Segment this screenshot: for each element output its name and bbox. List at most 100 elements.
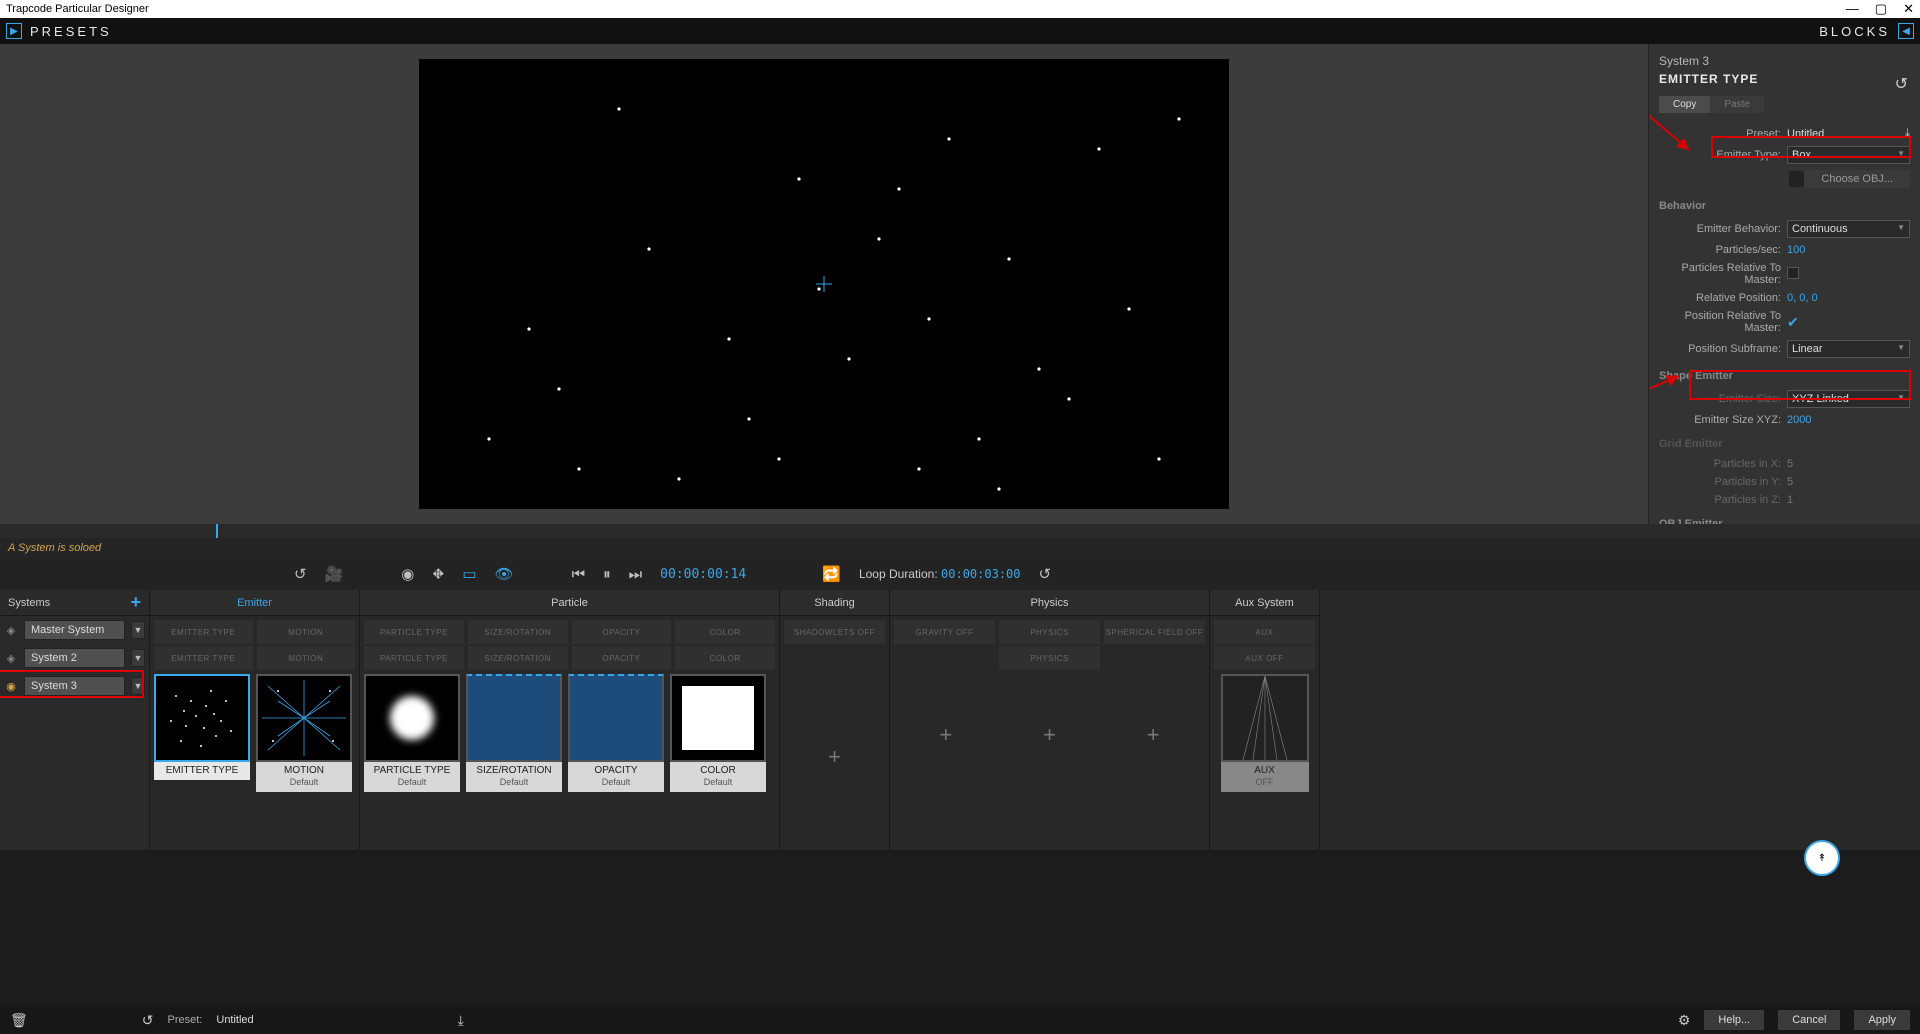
copy-tab[interactable]: Copy <box>1659 96 1710 113</box>
emitter-behavior-select[interactable]: Continuous <box>1787 220 1910 238</box>
physics-tile[interactable]: PHYSICS <box>999 620 1100 644</box>
footer-preset-value[interactable]: Untitled <box>216 1014 253 1026</box>
preset-value[interactable]: Untitled <box>1787 128 1905 140</box>
help-button[interactable]: Help... <box>1704 1010 1764 1030</box>
road-icon[interactable]: ⛖ <box>432 566 444 583</box>
aux-header[interactable]: Aux System <box>1210 590 1319 616</box>
particles-rel-master-checkbox[interactable] <box>1787 267 1799 279</box>
emitter-type-tile[interactable]: EMITTER TYPE <box>154 646 253 670</box>
reset-icon[interactable]: ↺ <box>1895 74 1908 94</box>
relative-position-value[interactable]: 0, 0, 0 <box>1787 292 1910 304</box>
presets-expand-icon[interactable]: ▶ <box>6 23 22 39</box>
trash-icon[interactable]: 🗑 <box>10 1012 28 1029</box>
playhead-icon[interactable] <box>216 524 218 538</box>
minimize-icon[interactable]: — <box>1846 1 1859 17</box>
motion-card[interactable]: MOTIONDefault <box>256 674 352 792</box>
color-tile[interactable]: COLOR <box>675 646 775 670</box>
add-physics-button[interactable]: + <box>998 670 1102 800</box>
maximize-icon[interactable]: ▢ <box>1875 1 1887 17</box>
camera-icon[interactable]: 🎥 <box>325 565 344 583</box>
chevron-down-icon[interactable]: ▼ <box>131 621 145 639</box>
lens-icon[interactable]: ◉ <box>401 565 414 583</box>
particle-header[interactable]: Particle <box>360 590 779 616</box>
size-rotation-tile[interactable]: SIZE/ROTATION <box>468 646 568 670</box>
particle-type-tile[interactable]: PARTICLE TYPE <box>364 620 464 644</box>
emitter-type-select[interactable]: Box <box>1787 146 1910 164</box>
emitter-size-xyz-value[interactable]: 2000 <box>1787 414 1910 426</box>
download-preset-icon[interactable]: ⤓ <box>1905 127 1910 140</box>
choose-obj-button[interactable]: Choose OBJ... <box>1804 170 1910 188</box>
shadowlets-tile[interactable]: SHADOWLETS OFF <box>784 620 885 644</box>
color-card[interactable]: COLORDefault <box>670 674 766 792</box>
pause-icon[interactable]: ⏸ <box>603 566 611 583</box>
apply-button[interactable]: Apply <box>1854 1010 1910 1030</box>
loop-icon[interactable]: 🔁 <box>822 565 841 583</box>
physics-tile[interactable]: PHYSICS <box>999 646 1100 670</box>
cancel-button[interactable]: Cancel <box>1778 1010 1840 1030</box>
add-system-button[interactable]: + <box>130 592 141 613</box>
physics-header[interactable]: Physics <box>890 590 1209 616</box>
system-select[interactable]: Master System <box>24 620 125 640</box>
particles-z-value[interactable]: 1 <box>1787 494 1910 506</box>
opacity-tile[interactable]: OPACITY <box>572 620 672 644</box>
emitter-type-card[interactable]: EMITTER TYPE <box>154 674 250 792</box>
solo-icon[interactable]: ◉ <box>4 680 18 693</box>
viewport-canvas[interactable] <box>419 59 1229 509</box>
solo-status: A System is soloed <box>0 538 1920 558</box>
shading-header[interactable]: Shading <box>780 590 889 616</box>
size-rotation-tile[interactable]: SIZE/ROTATION <box>468 620 568 644</box>
size-rotation-card[interactable]: SIZE/ROTATIONDefault <box>466 674 562 792</box>
undo-icon[interactable]: ↺ <box>294 565 307 583</box>
loop-reset-icon[interactable]: ↺ <box>1039 565 1052 583</box>
add-shading-button[interactable]: + <box>784 644 885 870</box>
motion-tile[interactable]: MOTION <box>257 646 356 670</box>
opacity-tile[interactable]: OPACITY <box>572 646 672 670</box>
systems-column: Systems+ ◈ Master System ▼ ◈ System 2 ▼ … <box>0 590 150 850</box>
visibility-icon[interactable]: ◈ <box>4 652 18 665</box>
visibility-icon[interactable]: ◈ <box>4 624 18 637</box>
emitter-size-select[interactable]: XYZ Linked <box>1787 390 1910 408</box>
particle-type-tile[interactable]: PARTICLE TYPE <box>364 646 464 670</box>
card-sub: Default <box>290 777 319 787</box>
particles-sec-value[interactable]: 100 <box>1787 244 1910 256</box>
gravity-tile[interactable]: GRAVITY OFF <box>894 620 995 644</box>
motion-tile[interactable]: MOTION <box>257 620 356 644</box>
add-physics-button[interactable]: + <box>1101 670 1205 800</box>
emitter-header[interactable]: Emitter <box>150 590 359 616</box>
particles-x-value[interactable]: 5 <box>1787 458 1910 470</box>
blocks-expand-icon[interactable]: ◀ <box>1898 23 1914 39</box>
position-subframe-select[interactable]: Linear <box>1787 340 1910 358</box>
current-time[interactable]: 00:00:00:14 <box>660 567 746 582</box>
presets-label[interactable]: PRESETS <box>30 24 112 39</box>
system-select[interactable]: System 2 <box>24 648 125 668</box>
spherical-field-tile[interactable]: SPHERICAL FIELD OFF <box>1104 620 1205 644</box>
system-row[interactable]: ◈ System 2 ▼ <box>0 644 149 672</box>
aux-off-tile[interactable]: AUX OFF <box>1214 646 1315 670</box>
frame-icon[interactable]: ▭ <box>462 565 476 583</box>
opacity-card[interactable]: OPACITYDefault <box>568 674 664 792</box>
save-preset-icon[interactable]: ⤓ <box>458 1012 464 1029</box>
pos-rel-master-checkbox[interactable]: ✔ <box>1787 314 1799 330</box>
next-frame-icon[interactable]: ⏭ <box>629 566 643 583</box>
prev-frame-icon[interactable]: ⏮ <box>572 566 586 583</box>
blocks-label[interactable]: BLOCKS <box>1819 24 1890 39</box>
chevron-down-icon[interactable]: ▼ <box>131 649 145 667</box>
loop-duration-value[interactable]: 00:00:03:00 <box>941 567 1020 581</box>
aux-card[interactable]: AUXOFF <box>1221 674 1309 792</box>
gear-icon[interactable]: ⚙ <box>1678 1012 1691 1029</box>
chevron-down-icon[interactable]: ▼ <box>131 677 145 695</box>
reset-icon[interactable]: ↺ <box>142 1012 154 1029</box>
paste-tab[interactable]: Paste <box>1710 96 1764 113</box>
eye-icon[interactable]: 👁 <box>495 565 514 583</box>
system-row[interactable]: ◈ Master System ▼ <box>0 616 149 644</box>
add-physics-button[interactable]: + <box>894 670 998 800</box>
time-ruler[interactable] <box>0 524 1920 538</box>
close-icon[interactable]: ✕ <box>1903 1 1914 17</box>
particles-y-value[interactable]: 5 <box>1787 476 1910 488</box>
system-row[interactable]: ◉ System 3 ▼ <box>0 672 149 700</box>
aux-tile[interactable]: AUX <box>1214 620 1315 644</box>
color-tile[interactable]: COLOR <box>675 620 775 644</box>
system-select[interactable]: System 3 <box>24 676 125 696</box>
particle-type-card[interactable]: PARTICLE TYPEDefault <box>364 674 460 792</box>
emitter-type-tile[interactable]: EMITTER TYPE <box>154 620 253 644</box>
